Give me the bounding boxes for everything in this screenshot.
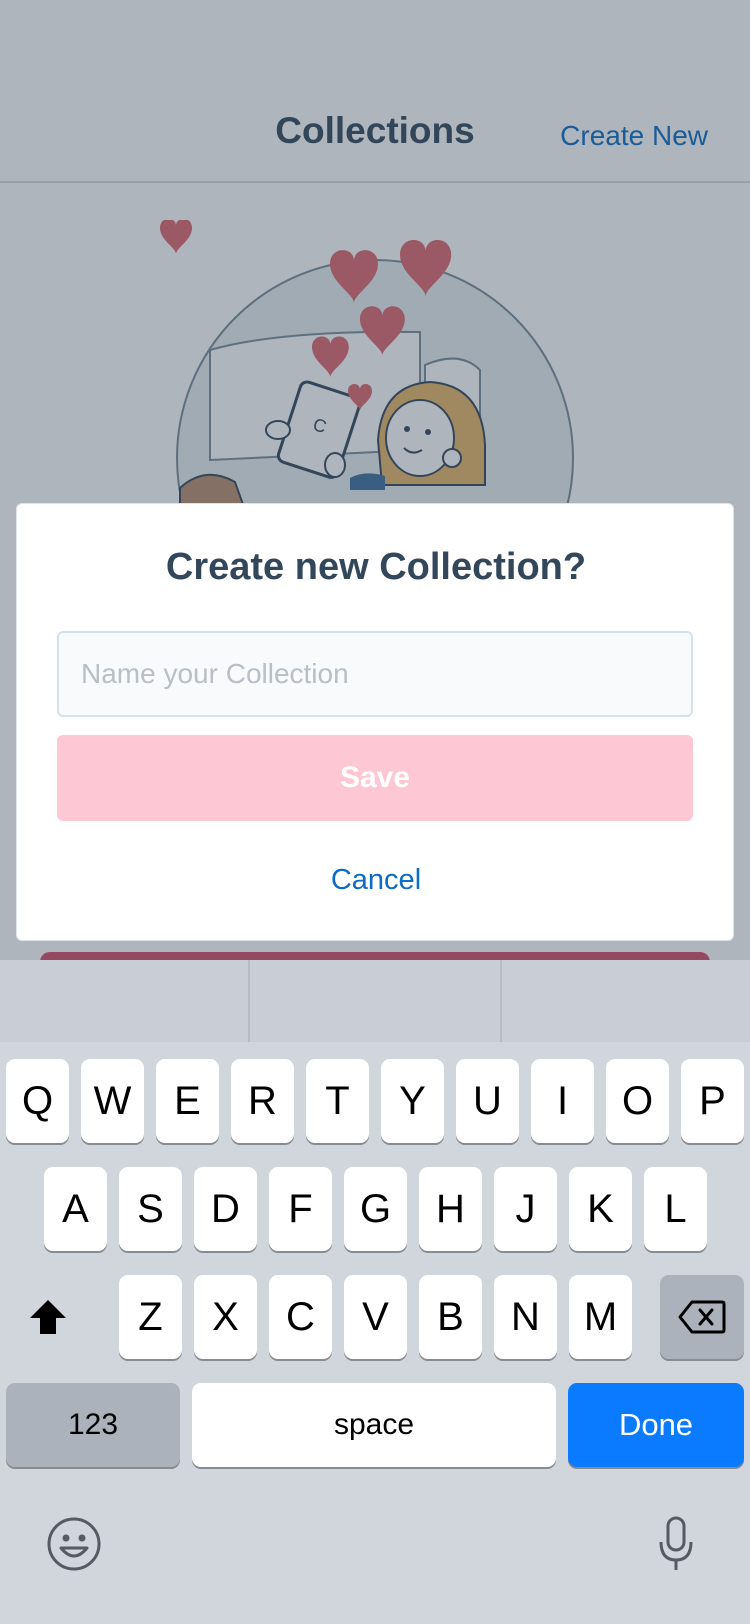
backspace-icon — [678, 1300, 726, 1334]
key-a[interactable]: A — [44, 1167, 107, 1251]
key-c[interactable]: C — [269, 1275, 332, 1359]
key-o[interactable]: O — [606, 1059, 669, 1143]
key-m[interactable]: M — [569, 1275, 632, 1359]
key-s[interactable]: S — [119, 1167, 182, 1251]
predictive-divider — [248, 960, 250, 1042]
space-key[interactable]: space — [192, 1383, 556, 1467]
key-j[interactable]: J — [494, 1167, 557, 1251]
key-b[interactable]: B — [419, 1275, 482, 1359]
predictive-text-bar — [0, 960, 750, 1042]
save-button[interactable]: Save — [57, 735, 693, 821]
create-collection-dialog: Create new Collection? Save Cancel — [16, 503, 734, 941]
microphone-icon[interactable] — [646, 1514, 706, 1574]
collection-name-input[interactable] — [57, 631, 693, 717]
key-r[interactable]: R — [231, 1059, 294, 1143]
key-q[interactable]: Q — [6, 1059, 69, 1143]
key-f[interactable]: F — [269, 1167, 332, 1251]
backspace-key[interactable] — [660, 1275, 744, 1359]
key-i[interactable]: I — [531, 1059, 594, 1143]
key-g[interactable]: G — [344, 1167, 407, 1251]
dialog-title: Create new Collection? — [165, 546, 587, 588]
key-k[interactable]: K — [569, 1167, 632, 1251]
key-h[interactable]: H — [419, 1167, 482, 1251]
key-u[interactable]: U — [456, 1059, 519, 1143]
keyboard: Q W E R T Y U I O P A S D F G H J K L Z … — [0, 1042, 750, 1624]
key-w[interactable]: W — [81, 1059, 144, 1143]
predictive-divider — [500, 960, 502, 1042]
key-z[interactable]: Z — [119, 1275, 182, 1359]
key-e[interactable]: E — [156, 1059, 219, 1143]
shift-icon[interactable] — [8, 1275, 88, 1359]
numbers-key[interactable]: 123 — [6, 1383, 180, 1467]
key-d[interactable]: D — [194, 1167, 257, 1251]
key-l[interactable]: L — [644, 1167, 707, 1251]
key-n[interactable]: N — [494, 1275, 557, 1359]
key-y[interactable]: Y — [381, 1059, 444, 1143]
key-t[interactable]: T — [306, 1059, 369, 1143]
emoji-icon[interactable] — [44, 1514, 104, 1574]
key-x[interactable]: X — [194, 1275, 257, 1359]
key-v[interactable]: V — [344, 1275, 407, 1359]
cancel-button[interactable]: Cancel — [17, 864, 735, 897]
key-p[interactable]: P — [681, 1059, 744, 1143]
done-key[interactable]: Done — [568, 1383, 744, 1467]
